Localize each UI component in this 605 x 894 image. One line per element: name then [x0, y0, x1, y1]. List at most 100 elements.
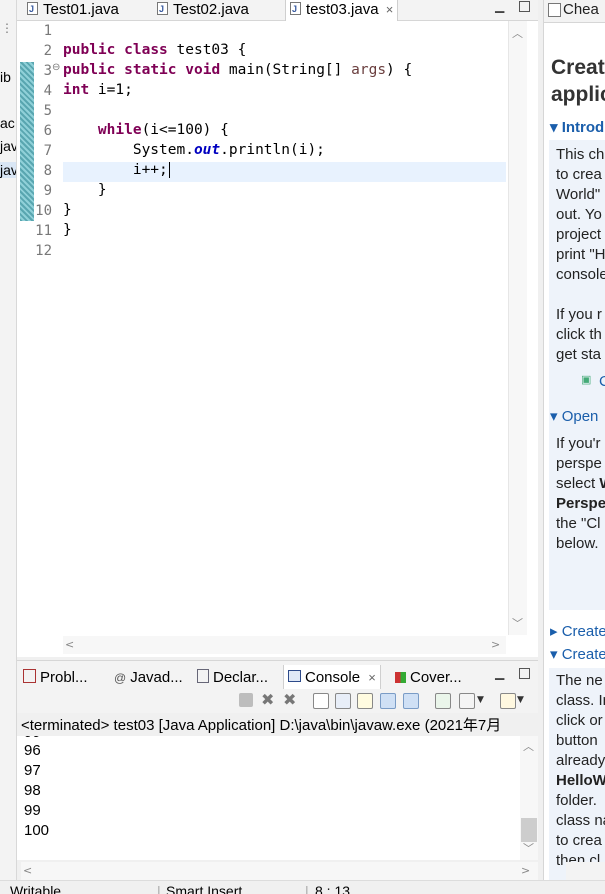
- open-text-bold: Perspe: [556, 495, 605, 512]
- output-line: 99: [24, 802, 41, 819]
- clear-console-icon[interactable]: [313, 693, 329, 709]
- console-horizontal-scrollbar[interactable]: < >: [21, 862, 538, 880]
- terminate-icon[interactable]: [239, 693, 253, 707]
- open-text: the "Cl: [556, 515, 601, 532]
- show-on-error-icon[interactable]: [403, 693, 419, 709]
- section-label: Create: [561, 646, 605, 663]
- maximize-icon[interactable]: [519, 1, 530, 12]
- console-process-label: <terminated> test03 [Java Application] D…: [21, 717, 502, 734]
- tree-item-fragment-selected[interactable]: jav: [0, 162, 16, 178]
- scrollbar-thumb[interactable]: [521, 818, 537, 842]
- minimize-icon[interactable]: ▁: [495, 0, 504, 12]
- scroll-left-icon[interactable]: <: [23, 864, 32, 877]
- create-text: button: [556, 732, 598, 749]
- code-line: }: [63, 222, 72, 238]
- declaration-icon: [197, 669, 209, 683]
- line-number: 6: [43, 123, 52, 139]
- pin-console-icon[interactable]: [435, 693, 451, 709]
- output-line: 96: [24, 742, 41, 759]
- word-wrap-icon[interactable]: [357, 693, 373, 709]
- scroll-right-icon[interactable]: >: [521, 864, 530, 877]
- section-create-project[interactable]: ▸ Create: [550, 622, 605, 640]
- cursor-position-status: 8 : 13: [315, 883, 351, 894]
- console-output[interactable]: 99 96 97 98 99 100: [17, 736, 538, 860]
- create-text: The ne: [556, 672, 603, 689]
- cheat-sheet-panel: Chea Create applic ▾ Introdu This ch to …: [543, 0, 605, 880]
- coverage-icon: [395, 672, 406, 683]
- intro-text: get sta: [556, 346, 602, 363]
- display-console-icon[interactable]: [459, 693, 475, 709]
- view-menu-icon[interactable]: ⋮: [1, 21, 13, 35]
- line-number: 10: [35, 203, 52, 219]
- tab-coverage[interactable]: Cover...: [395, 669, 462, 686]
- code-line: while(i<=100) {: [97, 122, 229, 138]
- intro-text: out. Yo: [556, 206, 602, 223]
- status-divider: |: [157, 883, 161, 894]
- java-file-icon: [27, 0, 38, 19]
- tab-test03[interactable]: test03.java ×: [285, 0, 399, 21]
- chevron-down-icon[interactable]: ▼: [477, 695, 484, 709]
- close-icon[interactable]: ×: [386, 2, 394, 17]
- tab-test02[interactable]: Test02.java: [157, 0, 249, 20]
- java-file-icon: [157, 0, 168, 19]
- create-text: class na: [556, 812, 605, 829]
- tab-test01[interactable]: Test01.java: [27, 0, 119, 20]
- editor-vertical-scrollbar[interactable]: ︿ ﹀: [508, 21, 527, 635]
- cheat-sheet-tab[interactable]: Chea: [544, 0, 605, 23]
- chevron-down-icon[interactable]: ▼: [517, 695, 524, 709]
- scroll-right-icon[interactable]: >: [491, 638, 500, 651]
- show-on-output-icon[interactable]: [380, 693, 396, 709]
- code-line: }: [63, 182, 107, 198]
- remove-all-launches-icon[interactable]: ✖: [283, 690, 296, 709]
- section-label: Introdu: [561, 119, 605, 136]
- scroll-up-icon[interactable]: ︿: [523, 738, 534, 754]
- writable-status: Writable: [10, 883, 62, 894]
- maximize-icon[interactable]: [519, 668, 530, 679]
- code-line: public static void main(String[] args) {: [63, 62, 413, 78]
- scroll-down-icon[interactable]: ﹀: [512, 615, 523, 631]
- tab-javadoc[interactable]: @ Javad...: [114, 669, 183, 686]
- scroll-down-icon[interactable]: ﹀: [523, 840, 534, 856]
- cheat-sheet-title: Create: [551, 56, 605, 79]
- scroll-up-icon[interactable]: ︿: [512, 25, 523, 41]
- open-console-icon[interactable]: [500, 693, 516, 709]
- intro-text: to crea: [556, 166, 602, 183]
- line-number: 3: [43, 63, 52, 79]
- intro-text: This ch: [556, 146, 605, 163]
- create-text: HelloW: [556, 772, 605, 789]
- package-explorer-edge[interactable]: ⋮ ib ac jav jav: [0, 0, 17, 893]
- status-divider: |: [305, 883, 309, 894]
- tree-item-fragment[interactable]: ac: [0, 115, 15, 131]
- console-icon: [288, 670, 301, 682]
- tree-item-fragment[interactable]: jav: [0, 138, 16, 154]
- code-line: System.out.println(i);: [63, 142, 325, 158]
- remove-launch-icon[interactable]: ✖: [261, 690, 274, 709]
- cheat-scrollbar[interactable]: [566, 862, 605, 880]
- tab-label: Console: [305, 669, 361, 686]
- section-intro[interactable]: ▾ Introdu: [550, 118, 605, 136]
- problems-icon: [23, 669, 36, 683]
- output-line: 97: [24, 762, 41, 779]
- open-text: perspe: [556, 455, 602, 472]
- scroll-lock-icon[interactable]: [335, 693, 351, 709]
- editor-horizontal-scrollbar[interactable]: < >: [63, 636, 506, 654]
- section-create-class[interactable]: ▾ Create: [550, 645, 605, 663]
- code-editor[interactable]: [17, 21, 538, 657]
- scroll-left-icon[interactable]: <: [65, 638, 74, 651]
- tab-declaration[interactable]: Declar...: [197, 669, 268, 686]
- section-label: Open: [561, 408, 599, 425]
- minimize-icon[interactable]: ▁: [495, 667, 504, 679]
- code-line: public class test03 {: [63, 42, 247, 58]
- output-line: 100: [24, 822, 50, 839]
- line-number: 5: [43, 103, 52, 119]
- tree-item-fragment[interactable]: ib: [0, 69, 11, 85]
- tab-problems[interactable]: Probl...: [23, 669, 88, 686]
- section-open-perspective[interactable]: ▾ Open: [550, 407, 598, 425]
- click-to-begin-link[interactable]: C: [599, 373, 605, 390]
- output-line: 98: [24, 782, 41, 799]
- fold-collapse-icon[interactable]: ⊖: [52, 62, 60, 73]
- click-to-begin-icon[interactable]: ▣: [581, 373, 591, 386]
- line-number: 4: [43, 83, 52, 99]
- close-icon[interactable]: ×: [368, 670, 376, 685]
- line-number: 1: [43, 23, 52, 39]
